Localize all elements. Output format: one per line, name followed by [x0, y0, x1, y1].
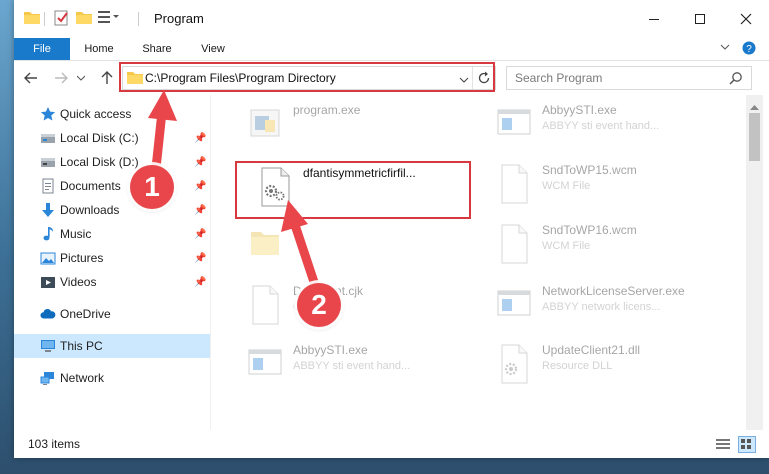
- step-badge-2: 2: [297, 283, 341, 327]
- step-badge-1: 1: [130, 165, 174, 209]
- arrow-2: [281, 200, 319, 287]
- arrow-1: [148, 90, 177, 173]
- annotation-arrows: [148, 90, 319, 287]
